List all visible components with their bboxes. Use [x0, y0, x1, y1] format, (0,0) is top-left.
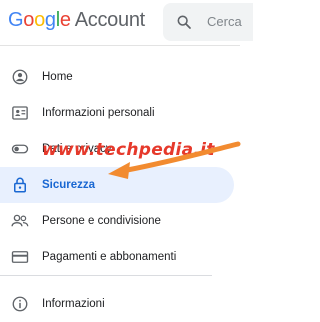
- info-icon: [10, 294, 30, 314]
- people-icon: [10, 211, 30, 231]
- app-header: Google Account: [0, 0, 253, 46]
- search-input[interactable]: [205, 13, 249, 30]
- sidebar-item-label: Persone e condivisione: [42, 215, 161, 227]
- sidebar-item-label: Home: [42, 71, 73, 83]
- sidebar-item-label: Pagamenti e abbonamenti: [42, 251, 177, 263]
- sidebar-item-informazioni-personali[interactable]: Informazioni personali: [0, 95, 234, 131]
- google-account-logo[interactable]: Google Account: [8, 9, 145, 32]
- google-logo: Google: [8, 9, 71, 31]
- sidebar-item-home[interactable]: Home: [0, 59, 234, 95]
- sidebar-item-pagamenti-e-abbonamenti[interactable]: Pagamenti e abbonamenti: [0, 239, 234, 275]
- sidebar-divider: [0, 275, 212, 276]
- credit-card-icon: [10, 247, 30, 267]
- search-box[interactable]: [163, 3, 253, 41]
- lock-icon: [10, 175, 30, 195]
- arrow-annotation: [108, 141, 241, 179]
- sidebar-item-persone-e-condivisione[interactable]: Persone e condivisione: [0, 203, 234, 239]
- search-icon[interactable]: [176, 14, 192, 30]
- logo-account-text: Account: [74, 9, 145, 31]
- sidebar-item-label: Sicurezza: [42, 179, 96, 191]
- sidebar-item-label: Informazioni: [42, 298, 105, 310]
- person-card-icon: [10, 103, 30, 123]
- home-icon: [10, 67, 30, 87]
- sidebar-item-label: Informazioni personali: [42, 107, 155, 119]
- toggle-icon: [10, 139, 30, 159]
